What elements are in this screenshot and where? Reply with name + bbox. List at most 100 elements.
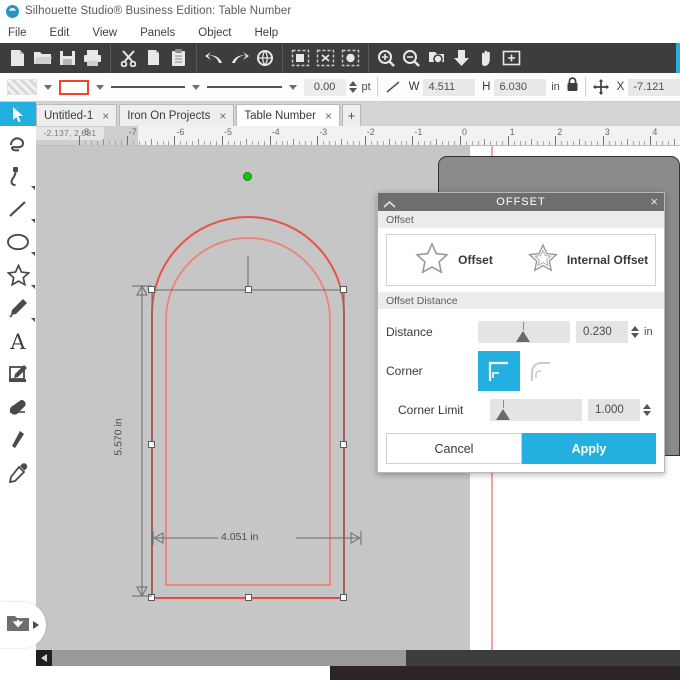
ruler-minor-tick bbox=[138, 141, 140, 145]
height-input[interactable]: 6.030 bbox=[494, 78, 547, 96]
line-weight-preview[interactable] bbox=[207, 86, 282, 88]
round-corner-icon[interactable] bbox=[520, 351, 562, 391]
menu-item-file[interactable]: File bbox=[8, 27, 40, 39]
ruler-minor-tick bbox=[346, 141, 348, 145]
menu-item-panels[interactable]: Panels bbox=[140, 27, 188, 39]
scissors-icon[interactable] bbox=[116, 46, 141, 71]
close-icon[interactable]: × bbox=[219, 109, 226, 123]
knife-icon[interactable] bbox=[0, 423, 36, 456]
offset-section-header: Offset bbox=[378, 211, 664, 228]
zoom-in-icon[interactable] bbox=[374, 46, 399, 71]
ruler-major-tick bbox=[79, 136, 81, 145]
chevron-up-icon[interactable] bbox=[383, 196, 396, 214]
offset-option-outer[interactable]: Offset bbox=[387, 241, 521, 279]
expand-right-arrow-icon[interactable] bbox=[33, 621, 39, 629]
ruler-major-tick bbox=[364, 136, 366, 145]
ruler-minor-tick bbox=[620, 141, 622, 145]
horizontal-ruler[interactable]: -2.137, 2.081 -8 -7 -6 -5 -4 -3 -2 -1 0 1 2 3 4 bbox=[36, 126, 680, 146]
tab-iron-on-projects[interactable]: Iron On Projects × bbox=[119, 104, 235, 126]
library-button[interactable] bbox=[0, 602, 46, 648]
x-coord-input[interactable]: -7.121 bbox=[628, 78, 680, 96]
ruler-minor-tick bbox=[370, 141, 372, 145]
distance-input[interactable]: 0.230 bbox=[576, 321, 628, 343]
close-icon[interactable]: × bbox=[102, 109, 109, 123]
scrollbar-thumb[interactable] bbox=[36, 650, 406, 666]
eyedropper-icon[interactable] bbox=[0, 456, 36, 489]
ruler-minor-tick bbox=[192, 141, 194, 145]
sharp-corner-icon[interactable] bbox=[478, 351, 520, 391]
distance-slider[interactable] bbox=[478, 321, 570, 343]
offset-option-internal[interactable]: Internal Offset bbox=[521, 242, 655, 278]
fill-hatch-swatch[interactable] bbox=[7, 79, 37, 95]
corner-limit-slider[interactable] bbox=[490, 399, 582, 421]
add-tab-button[interactable]: + bbox=[341, 104, 361, 126]
line-style-preview[interactable] bbox=[110, 86, 186, 88]
cancel-button[interactable]: Cancel bbox=[386, 433, 522, 464]
undo-arrow-icon[interactable] bbox=[202, 46, 227, 71]
new-page-icon[interactable] bbox=[5, 46, 30, 71]
offset-dialog[interactable]: OFFSET × Offset Offset Internal Offset O… bbox=[377, 192, 665, 473]
select-arrow-icon[interactable] bbox=[0, 102, 36, 126]
freehand-draw-icon[interactable] bbox=[0, 159, 36, 192]
fit-page-icon[interactable] bbox=[449, 46, 474, 71]
copy-icon[interactable] bbox=[141, 46, 166, 71]
line-weight-input[interactable]: 0.00 bbox=[303, 78, 346, 96]
close-icon[interactable]: × bbox=[325, 109, 332, 123]
ruler-tick-label: 3 bbox=[604, 127, 610, 137]
stroke-red-swatch[interactable] bbox=[58, 79, 89, 95]
redo-arrow-icon[interactable] bbox=[227, 46, 252, 71]
sketch-pad-icon[interactable] bbox=[0, 357, 36, 390]
line-segment-icon[interactable] bbox=[384, 79, 402, 95]
eraser-icon[interactable] bbox=[0, 390, 36, 423]
tab-table-number[interactable]: Table Number × bbox=[236, 104, 340, 126]
lock-closed-icon[interactable] bbox=[566, 77, 579, 97]
scroll-left-arrow-icon[interactable] bbox=[36, 650, 52, 666]
menu-item-view[interactable]: View bbox=[92, 27, 130, 39]
tab-untitled-1[interactable]: Untitled-1 × bbox=[36, 104, 118, 126]
text-a-icon[interactable]: A bbox=[0, 324, 36, 357]
menu-item-help[interactable]: Help bbox=[255, 27, 292, 39]
toolbar-group-select bbox=[283, 43, 369, 73]
horizontal-scrollbar[interactable] bbox=[36, 650, 680, 666]
globe-refresh-icon[interactable] bbox=[252, 46, 277, 71]
select-color-icon[interactable] bbox=[338, 46, 363, 71]
pencil-icon[interactable] bbox=[0, 291, 36, 324]
folder-open-icon[interactable] bbox=[30, 46, 55, 71]
zoom-out-icon[interactable] bbox=[399, 46, 424, 71]
star-polygon-icon[interactable] bbox=[0, 258, 36, 291]
save-disk-icon[interactable] bbox=[55, 46, 80, 71]
clipboard-icon[interactable] bbox=[166, 46, 191, 71]
move-cross-icon[interactable] bbox=[592, 79, 610, 95]
ruler-minor-tick bbox=[132, 141, 134, 145]
width-input[interactable]: 4.511 bbox=[423, 78, 476, 96]
select-all-icon[interactable] bbox=[288, 46, 313, 71]
menu-item-edit[interactable]: Edit bbox=[50, 27, 83, 39]
zoom-region-icon[interactable] bbox=[424, 46, 449, 71]
line-icon[interactable] bbox=[0, 192, 36, 225]
line-weight-chevron-down-icon[interactable] bbox=[288, 84, 297, 90]
distance-stepper[interactable] bbox=[631, 326, 639, 338]
line-style-chevron-down-icon[interactable] bbox=[192, 84, 201, 90]
menu-item-object[interactable]: Object bbox=[198, 27, 244, 39]
tab-label: Table Number bbox=[244, 109, 316, 122]
ruler-minor-tick bbox=[227, 141, 229, 145]
corner-limit-input[interactable]: 1.000 bbox=[588, 399, 640, 421]
height-label: H bbox=[482, 81, 491, 93]
ruler-major-tick bbox=[317, 136, 319, 145]
fit-window-icon[interactable] bbox=[499, 46, 524, 71]
corner-limit-stepper[interactable] bbox=[643, 404, 651, 416]
ruler-minor-tick bbox=[495, 141, 497, 145]
printer-icon[interactable] bbox=[80, 46, 105, 71]
title-bar: Silhouette Studio® Business Edition: Tab… bbox=[0, 0, 680, 22]
deselect-all-icon[interactable] bbox=[313, 46, 338, 71]
close-icon[interactable]: × bbox=[650, 194, 658, 209]
selection-height-label: 5.570 in bbox=[112, 418, 125, 456]
stroke-chevron-down-icon[interactable] bbox=[95, 84, 104, 90]
rotation-handle-icon[interactable] bbox=[243, 172, 252, 181]
hand-icon[interactable] bbox=[474, 46, 499, 71]
fill-chevron-down-icon[interactable] bbox=[43, 84, 52, 90]
ellipse-icon[interactable] bbox=[0, 225, 36, 258]
line-weight-stepper[interactable] bbox=[348, 81, 357, 93]
apply-button[interactable]: Apply bbox=[522, 433, 656, 464]
edit-points-icon[interactable] bbox=[0, 126, 36, 159]
